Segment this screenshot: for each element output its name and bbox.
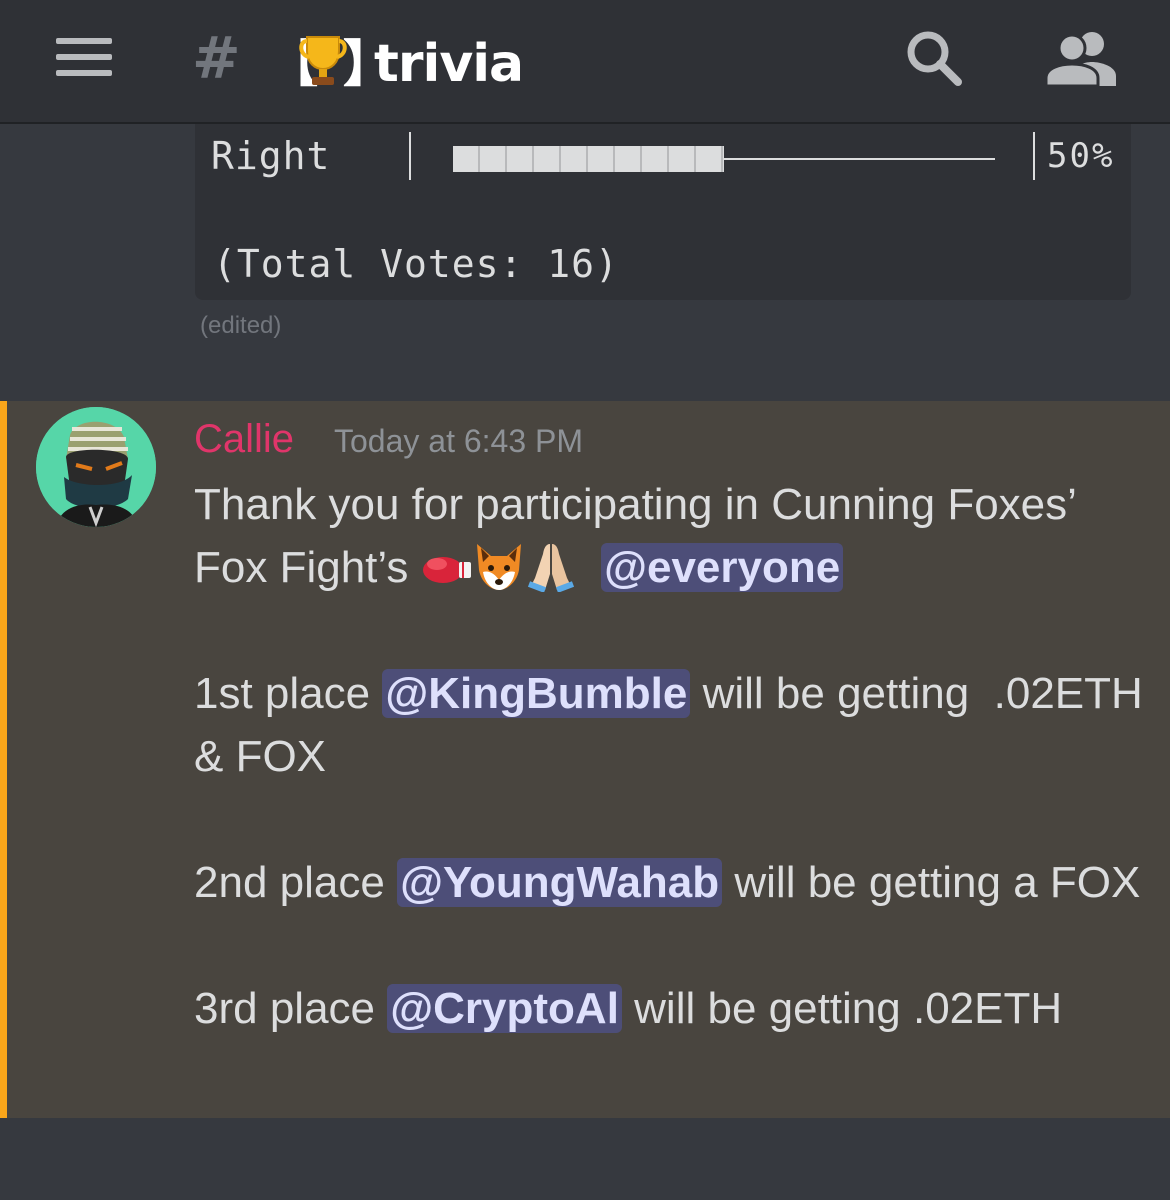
mention-everyone[interactable]: @everyone xyxy=(601,543,844,592)
edited-label: (edited) xyxy=(200,312,282,339)
channel-header: # 【 】trivia xyxy=(0,0,1170,124)
boxing-glove-icon xyxy=(422,557,471,583)
channel-title: 【 】trivia xyxy=(268,24,524,96)
mention-kingbumble[interactable]: @KingBumble xyxy=(382,669,691,718)
message-text: 2nd place xyxy=(194,858,398,907)
poll-progress-bar xyxy=(453,146,995,172)
message-timestamp: Today at 6:43 PM xyxy=(334,423,584,459)
message-line: 3rd place @CryptoAl will be getting .02E… xyxy=(194,977,1144,1040)
fox-icon xyxy=(476,544,521,590)
message-text: 3rd place xyxy=(194,984,388,1033)
message-text: will be getting a FOX xyxy=(722,858,1141,907)
poll-progress-fill xyxy=(453,146,724,172)
poll-total-votes: (Total Votes: 16) xyxy=(213,242,619,286)
members-icon[interactable] xyxy=(1044,30,1118,86)
poll-percent: 50% xyxy=(1047,136,1115,176)
poll-divider xyxy=(409,132,411,180)
poll-divider xyxy=(1033,132,1035,180)
mention-youngwahab[interactable]: @YoungWahab xyxy=(397,858,723,907)
mention-cryptoal[interactable]: @CryptoAl xyxy=(387,984,622,1033)
message-line: Thank you for participating in Cunning F… xyxy=(194,473,1144,599)
message-highlighted[interactable]: Callie Today at 6:43 PM Thank you for pa… xyxy=(0,401,1170,1118)
folded-hands-icon xyxy=(527,544,574,592)
menu-icon[interactable] xyxy=(56,38,112,78)
message-line: 2nd place @YoungWahab will be getting a … xyxy=(194,851,1144,914)
search-icon[interactable] xyxy=(902,28,966,88)
channel-name-label: trivia xyxy=(374,34,524,94)
poll-results-block: Right 50% (Total Votes: 16) xyxy=(195,124,1131,300)
message-author[interactable]: Callie xyxy=(194,417,294,462)
message-line: 1st place @KingBumble will be getting .0… xyxy=(194,662,1144,788)
message-content: Thank you for participating in Cunning F… xyxy=(194,473,1144,1040)
poll-progress-track xyxy=(724,158,995,160)
poll-option-label: Right xyxy=(211,134,331,178)
avatar[interactable] xyxy=(36,407,156,527)
message-text: 1st place xyxy=(194,669,383,718)
hash-icon: # xyxy=(192,24,241,92)
composer-area xyxy=(0,1118,1170,1200)
message-text: will be getting .02ETH xyxy=(621,984,1063,1033)
trophy-icon xyxy=(299,36,347,85)
avatar-fox-art-icon xyxy=(36,407,156,527)
